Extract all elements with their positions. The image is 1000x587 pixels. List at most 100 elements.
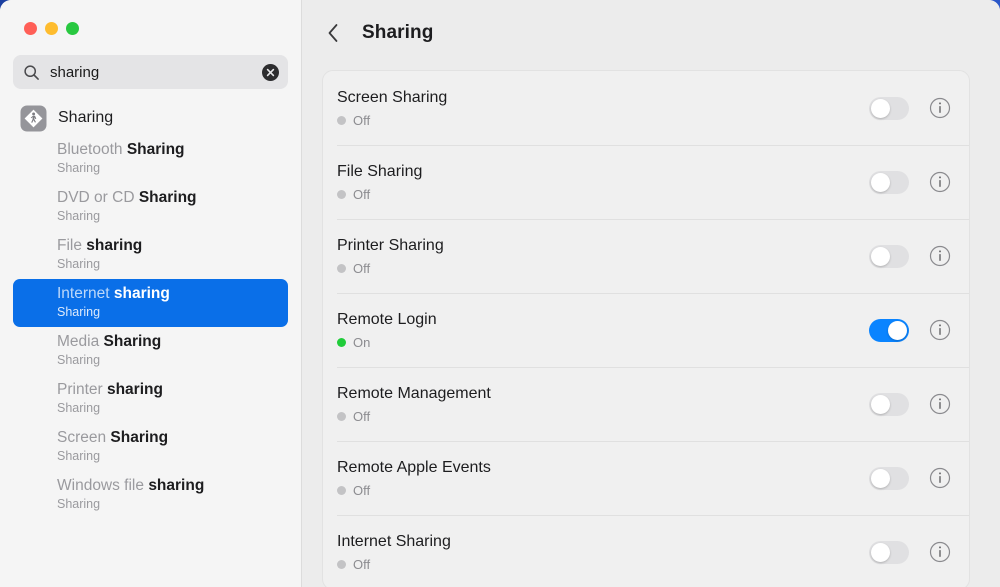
search-results-list: Sharing Bluetooth Sharing Sharing DVD or C… — [0, 101, 301, 519]
service-toggle[interactable] — [869, 466, 909, 490]
search-result-title-prefix: Windows file — [57, 477, 149, 494]
info-circle-icon — [929, 319, 951, 341]
search-result-title-prefix: Internet — [57, 285, 114, 302]
search-result-title-prefix: Printer — [57, 381, 107, 398]
sharing-service-row: Remote Management Off — [323, 367, 969, 441]
service-toggle[interactable] — [869, 96, 909, 120]
search-result-item[interactable]: Screen Sharing Sharing — [13, 423, 288, 471]
status-label: Off — [353, 261, 371, 276]
search-result-title-match: Sharing — [110, 429, 169, 446]
search-result-subtitle: Sharing — [57, 449, 101, 463]
service-info-button[interactable] — [929, 541, 951, 563]
search-result-subtitle: Sharing — [57, 161, 101, 175]
search-results-group-label: Sharing — [58, 109, 114, 126]
toggle-knob — [871, 542, 890, 562]
search-result-item[interactable]: Bluetooth Sharing Sharing — [13, 135, 288, 183]
search-result-subtitle: Sharing — [57, 209, 101, 223]
sidebar: Sharing Bluetooth SharingSharingDVD or C… — [0, 0, 302, 587]
maximize-button[interactable] — [66, 22, 79, 35]
service-texts: Remote Apple Events Off — [337, 457, 869, 499]
service-name: Remote Apple Events — [337, 459, 491, 476]
service-name: Screen Sharing — [337, 89, 448, 106]
close-button[interactable] — [24, 22, 37, 35]
search-result-title-prefix: DVD or CD — [57, 189, 139, 206]
service-toggle[interactable] — [869, 318, 909, 342]
service-texts: Internet Sharing Off — [337, 531, 869, 573]
pane-header: Sharing — [302, 0, 1000, 66]
search-result-item[interactable]: Printer sharing Sharing — [13, 375, 288, 423]
search-result-item[interactable]: Media Sharing Sharing — [13, 327, 288, 375]
search-result-title-prefix: Screen — [57, 429, 111, 446]
search-result-item[interactable]: DVD or CD Sharing Sharing — [13, 183, 288, 231]
service-status: Off — [337, 186, 869, 203]
toggle-knob — [871, 172, 890, 192]
status-label: Off — [353, 409, 371, 424]
search-icon — [24, 64, 39, 80]
status-dot-icon — [337, 338, 346, 347]
toggle-knob — [871, 246, 890, 266]
search-result-title-match: Sharing — [103, 333, 162, 350]
sharing-service-row: Remote Apple Events Off — [323, 441, 969, 515]
service-status: Off — [337, 112, 869, 129]
status-label: Off — [353, 113, 371, 128]
search-result-item[interactable]: File sharing Sharing — [13, 231, 288, 279]
search-result-title: Printer sharing — [57, 380, 288, 400]
toggle-knob — [871, 394, 890, 414]
status-label: On — [353, 335, 371, 350]
service-texts: Screen Sharing Off — [337, 87, 869, 129]
clear-search-button[interactable] — [262, 63, 279, 81]
sharing-service-row: Printer Sharing Off — [323, 219, 969, 293]
status-label: Off — [353, 557, 371, 572]
search-result-title: File sharing — [57, 236, 288, 256]
service-info-button[interactable] — [929, 171, 951, 193]
search-result-subtitle: Sharing — [57, 257, 101, 271]
main-pane: Sharing Screen Sharing Off File Sharing Off… — [302, 0, 1000, 587]
service-toggle[interactable] — [869, 392, 909, 416]
service-info-button[interactable] — [929, 467, 951, 489]
page-title: Sharing — [362, 22, 434, 43]
sharing-service-row: File Sharing Off — [323, 145, 969, 219]
service-info-button[interactable] — [929, 319, 951, 341]
search-result-title: DVD or CD Sharing — [57, 188, 288, 208]
info-circle-icon — [929, 393, 951, 415]
search-result-item[interactable]: Internet sharing Sharing — [13, 279, 288, 327]
info-circle-icon — [929, 97, 951, 119]
close-icon — [266, 68, 275, 76]
sharing-services-card: Screen Sharing Off File Sharing Off Printer … — [322, 70, 970, 587]
sharing-service-row: Internet Sharing Off — [323, 515, 969, 587]
service-info-button[interactable] — [929, 393, 951, 415]
search-result-items: Bluetooth Sharing Sharing DVD or CD Sharin… — [0, 135, 301, 519]
search-result-title-prefix: File — [57, 237, 87, 254]
search-result-title: Windows file sharing — [57, 476, 288, 496]
sharing-app-icon — [20, 105, 47, 131]
service-name: Remote Login — [337, 311, 437, 328]
info-circle-icon — [929, 245, 951, 267]
chevron-left-icon — [328, 24, 337, 42]
search-result-title-match: Sharing — [138, 189, 197, 206]
status-label: Off — [353, 187, 371, 202]
minimize-button[interactable] — [45, 22, 58, 35]
status-dot-icon — [337, 486, 346, 495]
toggle-knob — [871, 468, 890, 488]
search-result-title-prefix: Media — [57, 333, 104, 350]
search-result-subtitle: Sharing — [57, 305, 101, 319]
search-result-item[interactable]: Windows file sharing Sharing — [13, 471, 288, 519]
service-toggle[interactable] — [869, 170, 909, 194]
service-name: Internet Sharing — [337, 533, 451, 550]
service-info-button[interactable] — [929, 245, 951, 267]
search-result-title: Media Sharing — [57, 332, 288, 352]
search-result-subtitle: Sharing — [57, 353, 101, 367]
search-input[interactable] — [50, 63, 262, 81]
service-info-button[interactable] — [929, 97, 951, 119]
service-toggle[interactable] — [869, 540, 909, 564]
service-texts: Printer Sharing Off — [337, 235, 869, 277]
toggle-knob — [871, 98, 890, 118]
back-button[interactable] — [322, 22, 344, 44]
search-field[interactable] — [13, 55, 288, 89]
service-status: On — [337, 334, 869, 351]
search-result-title: Screen Sharing — [57, 428, 288, 448]
search-result-title-prefix: Bluetooth — [57, 141, 127, 158]
status-label: Off — [353, 483, 371, 498]
service-toggle[interactable] — [869, 244, 909, 268]
info-circle-icon — [929, 171, 951, 193]
